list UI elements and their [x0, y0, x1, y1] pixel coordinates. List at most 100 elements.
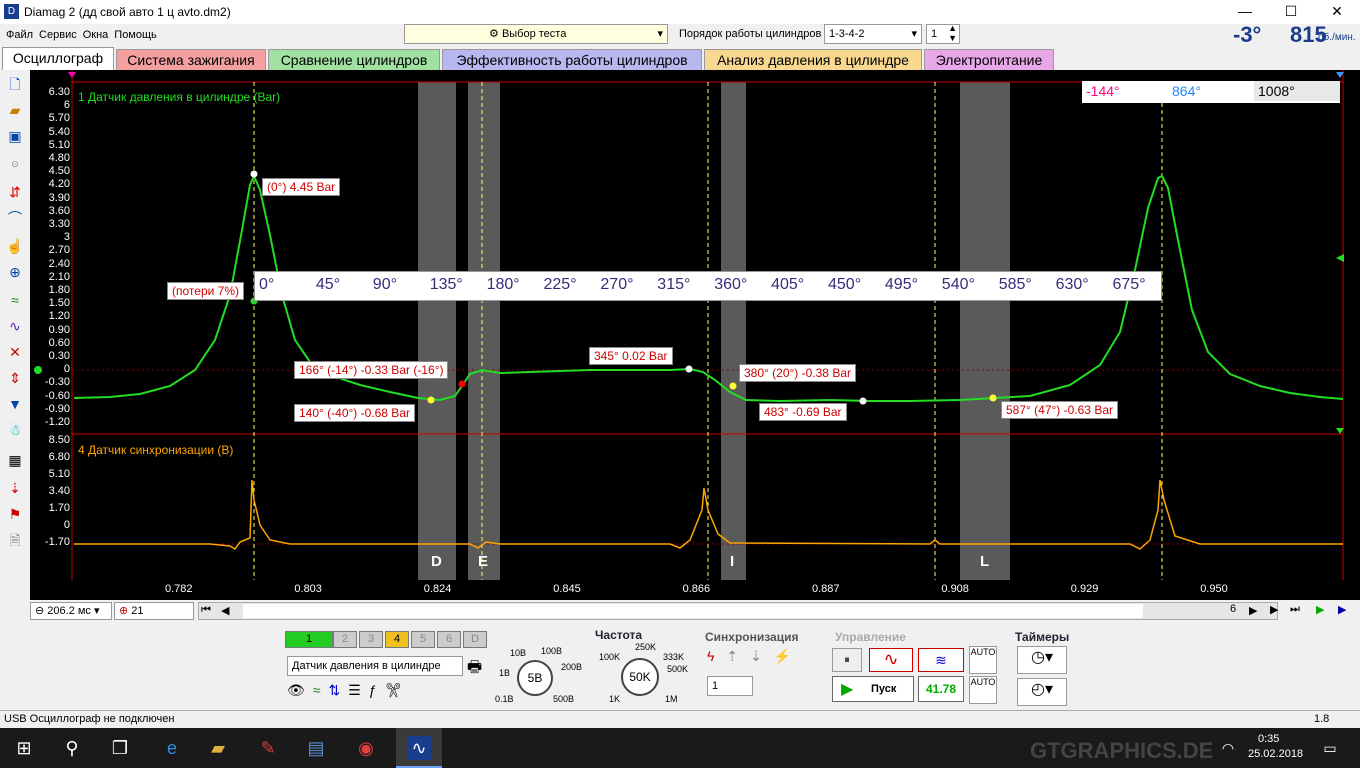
menu-windows[interactable]: Окна — [83, 24, 109, 46]
auto-sync-icon[interactable]: ⚡ — [774, 648, 803, 664]
sync-channel-select[interactable]: 1 — [707, 676, 753, 696]
marker-icon[interactable]: ⇵ — [5, 182, 25, 202]
timebase-select[interactable]: ⊖ 206.2 мс ▾ — [30, 602, 112, 620]
freq-dial[interactable]: 250K 100K 333K 500K 1K 1M 50K — [593, 642, 693, 704]
clock-time[interactable]: 0:35 — [1258, 733, 1279, 745]
channel-button-1[interactable]: 1 — [285, 631, 333, 648]
tab-cyl-efficiency[interactable]: Эффективность работы цилиндров — [442, 49, 702, 70]
scrollbar[interactable]: ⏮ ◀ ▶ — [198, 602, 1278, 620]
level-icon[interactable]: ⇕ — [5, 368, 25, 388]
start-button[interactable]: ▶ Пуск — [832, 676, 914, 702]
page-last-icon[interactable]: ⏭ — [1290, 603, 1300, 616]
wave-small-icon[interactable]: ≈ — [313, 682, 329, 698]
ch4-ytick: 3.40 — [48, 485, 70, 497]
sine-wave-button[interactable]: ∿ — [869, 648, 913, 672]
play-icon[interactable]: ▶ — [1316, 603, 1324, 616]
overlay-icon[interactable]: ∿ — [5, 316, 25, 336]
new-file-icon[interactable]: 🗋 — [5, 74, 25, 94]
cursor-icon[interactable]: ⇣ — [5, 478, 25, 498]
channel-button-4[interactable]: 4 — [385, 631, 409, 648]
noise-wave-button[interactable]: ≋ — [918, 648, 964, 672]
tab-ignition[interactable]: Система зажигания — [116, 49, 266, 70]
timer1-button[interactable]: ◷▾ — [1017, 646, 1067, 674]
volt-dial[interactable]: 10В 100В 1В 200В 0.1В 500В 5В — [495, 636, 587, 704]
zoom-out-icon[interactable]: ⊖ — [35, 605, 44, 617]
pause-button[interactable]: ⏸ — [832, 648, 862, 672]
zoom-icon[interactable]: ⊕ — [5, 262, 25, 282]
hand-icon[interactable]: ☝ — [5, 236, 25, 256]
timer2-button[interactable]: ◴▾ — [1017, 678, 1067, 706]
rising-edge-icon[interactable]: ϟ — [707, 648, 726, 664]
cylinder-stepper[interactable]: 1 ▲ ▼ — [926, 23, 960, 44]
channel-button-5[interactable]: 5 — [411, 631, 435, 648]
tab-pressure-analysis[interactable]: Анализ давления в цилиндре — [704, 49, 922, 70]
minimize-button[interactable]: — — [1222, 0, 1268, 24]
menu-help[interactable]: Помощь — [114, 24, 157, 46]
table-icon[interactable]: ▦ — [5, 450, 25, 470]
trace-icon[interactable]: ≈ — [5, 290, 25, 310]
oscilloscope-view[interactable]: 6.30 6 5.70 5.40 5.10 4.80 4.50 4.20 3.90 3.60 3.3… — [30, 70, 1360, 600]
app-icon[interactable]: ▤ — [304, 736, 328, 760]
tab-power[interactable]: Электропитание — [924, 49, 1054, 70]
stepper-arrows-icon[interactable]: ▲ ▼ — [948, 23, 957, 43]
page-next-icon[interactable]: ▶ — [1270, 603, 1278, 616]
volt-knob[interactable]: 5В — [517, 660, 553, 696]
menu-file[interactable]: Файл — [6, 24, 33, 46]
test-select[interactable]: ⚙ Выбор теста ▾ — [404, 24, 668, 44]
windows-start-icon[interactable]: ⊞ — [12, 736, 36, 760]
updown-icon[interactable]: ⇅ — [328, 682, 348, 698]
scroll-thumb[interactable] — [243, 604, 1143, 618]
scroll-first-icon[interactable]: ⏮ — [201, 604, 211, 617]
close-button[interactable]: ✕ — [1314, 0, 1360, 24]
filter-icon[interactable]: ▼ — [5, 394, 25, 414]
eye-icon[interactable]: 👁 — [287, 682, 313, 698]
chrome-icon[interactable]: ◉ — [354, 736, 378, 760]
freq-knob[interactable]: 50K — [621, 658, 659, 696]
fx-icon[interactable]: ƒ — [369, 682, 385, 698]
explorer-icon[interactable]: ▰ — [206, 736, 230, 760]
tab-oscilloscope[interactable]: Осциллограф — [2, 47, 114, 70]
down-edge-icon[interactable]: ⇣ — [750, 648, 774, 664]
cross-icon[interactable]: ✕ — [5, 342, 25, 362]
up-edge-icon[interactable]: ⇡ — [726, 648, 750, 664]
cyl-order-select[interactable]: 1-3-4-2 ▾ — [824, 24, 922, 44]
auto-icon[interactable]: ⊙ — [5, 154, 25, 174]
count-select[interactable]: ⊕ 21 — [114, 602, 194, 620]
diamag-taskbar-item[interactable]: ∿ — [396, 728, 442, 768]
channel-button-3[interactable]: 3 — [359, 631, 383, 648]
open-folder-icon[interactable]: ▰ — [5, 100, 25, 120]
paint-icon[interactable]: ✎ — [256, 736, 280, 760]
task-view-icon[interactable]: ❐ — [108, 736, 132, 760]
wave-icon[interactable]: ⌒ — [5, 208, 25, 228]
notification-icon[interactable]: ▭ — [1318, 736, 1342, 760]
label-140: 140° (-40°) -0.68 Bar — [294, 404, 415, 422]
tab-cyl-compare[interactable]: Сравнение цилиндров — [268, 49, 440, 70]
degree-tick: 450° — [828, 276, 862, 293]
channel-button-D[interactable]: D — [463, 631, 487, 648]
lines-icon[interactable]: ☰ — [348, 682, 369, 698]
print-icon[interactable]: 🖶 — [467, 656, 482, 683]
scroll-next-icon[interactable]: ▶ — [1249, 604, 1257, 617]
ch4-ytick: 1.70 — [48, 502, 70, 514]
channel-button-2[interactable]: 2 — [333, 631, 357, 648]
flag-icon[interactable]: ⚑ — [5, 504, 25, 524]
ch1-ytick: 1.20 — [48, 310, 70, 323]
tools-icon[interactable]: ✂ — [385, 682, 411, 698]
volt-tick: 10В — [510, 648, 527, 658]
channel-name-field[interactable]: Датчик давления в цилиндре — [287, 656, 463, 676]
wifi-icon[interactable]: ◠ — [1216, 736, 1240, 760]
page-icon[interactable]: 🗎 — [5, 530, 25, 550]
auto-button[interactable]: AUTO — [969, 646, 997, 674]
scroll-prev-icon[interactable]: ◀ — [221, 604, 229, 617]
search-icon[interactable]: ⚲ — [60, 736, 84, 760]
edge-icon[interactable]: e — [160, 736, 184, 760]
save-icon[interactable]: ▣ — [5, 126, 25, 146]
menu-service[interactable]: Сервис — [39, 24, 77, 46]
channel-button-6[interactable]: 6 — [437, 631, 461, 648]
play-blue-icon[interactable]: ▶ — [1338, 603, 1346, 616]
auto-scale-button[interactable]: AUTO — [969, 676, 997, 704]
zoom-in-icon[interactable]: ⊕ — [119, 605, 128, 617]
person-icon[interactable]: ☃ — [5, 420, 25, 440]
maximize-button[interactable]: ☐ — [1268, 0, 1314, 24]
clock-date[interactable]: 25.02.2018 — [1248, 748, 1303, 760]
